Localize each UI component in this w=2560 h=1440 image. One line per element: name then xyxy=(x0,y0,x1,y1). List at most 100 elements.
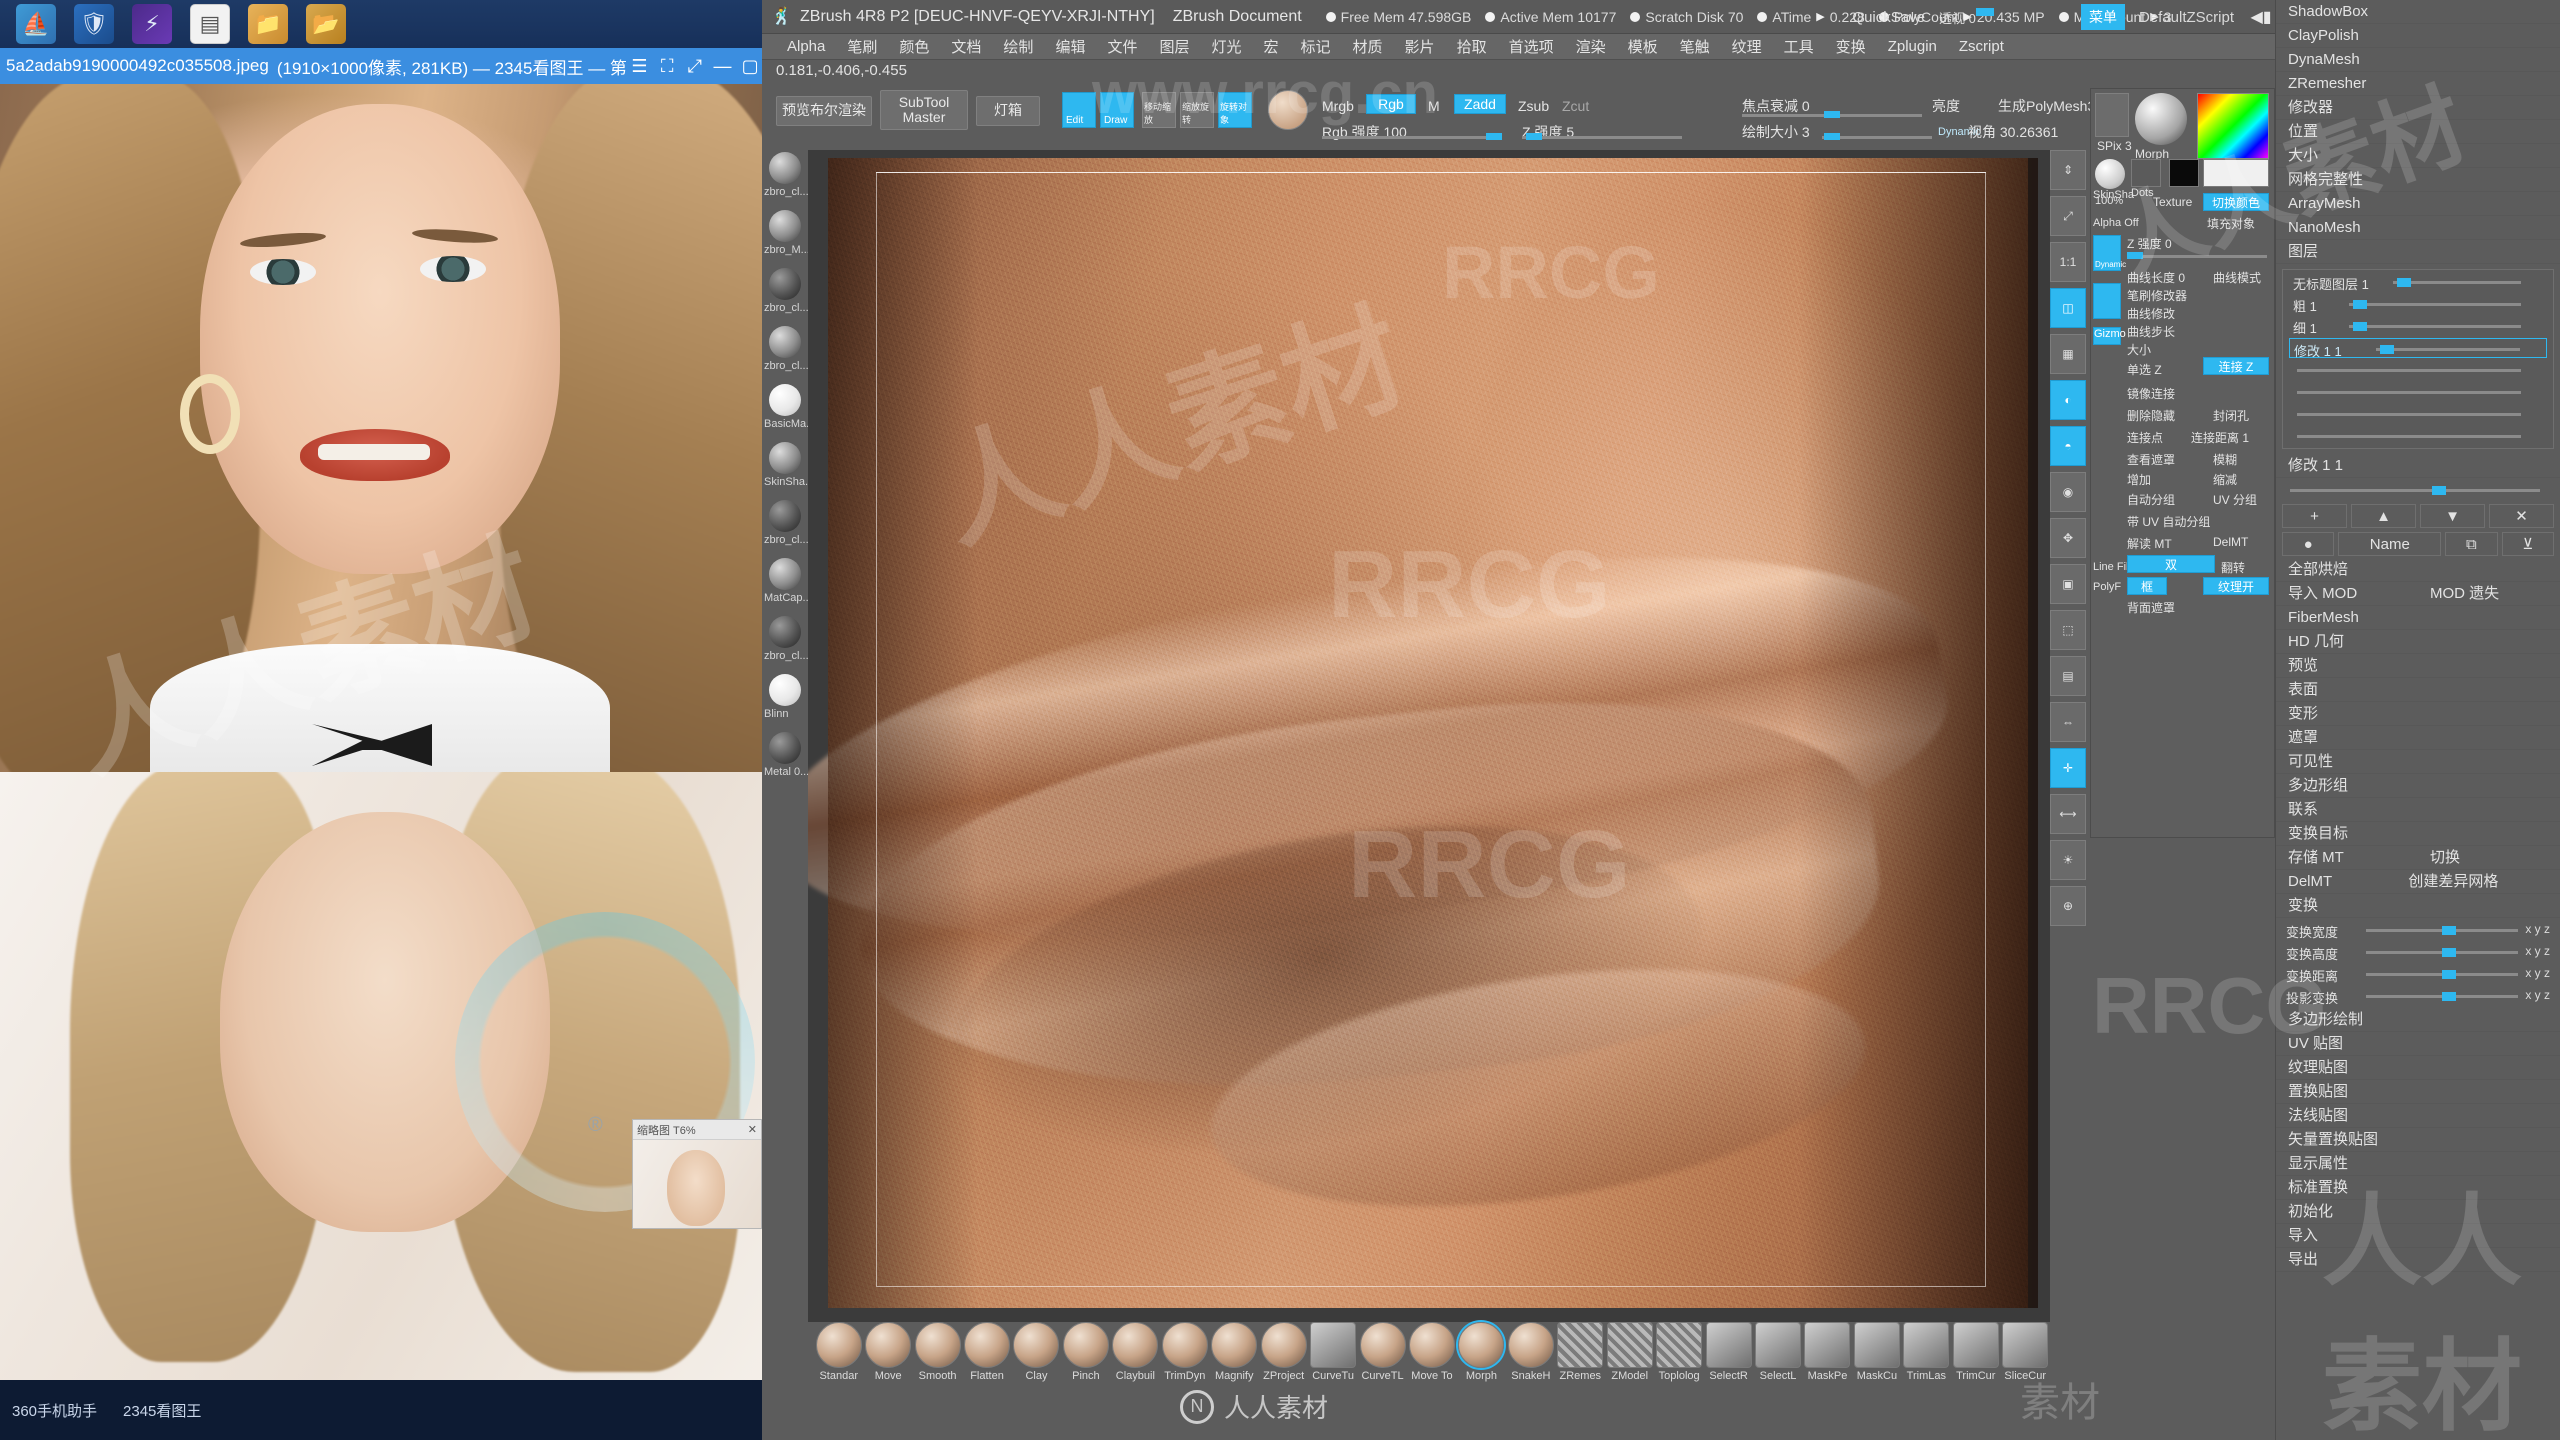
texture-on-button[interactable]: 纹理开 xyxy=(2203,577,2269,595)
viewer-menu-icon[interactable]: ☰ xyxy=(626,51,654,81)
backface-mask-label[interactable]: 背面遮罩 xyxy=(2127,599,2175,616)
material-sphere-preview[interactable] xyxy=(2135,93,2187,145)
mrgb-label[interactable]: Mrgb xyxy=(1322,98,1354,114)
layer-intensity-slider[interactable] xyxy=(2282,480,2554,500)
material-item[interactable]: zbro_cl... xyxy=(762,614,808,672)
with-uv-autogroup-label[interactable]: 带 UV 自动分组 xyxy=(2127,513,2210,530)
menu-render[interactable]: 渲染 xyxy=(1565,36,1617,57)
zcut-label[interactable]: Zcut xyxy=(1562,98,1589,114)
preview-render-button[interactable]: 预览布尔渲染 xyxy=(776,96,872,126)
rb-zremesher[interactable]: ZRemesher xyxy=(2276,72,2560,96)
texture-label[interactable]: Texture xyxy=(2153,195,2192,209)
ghost-icon[interactable]: ◓ xyxy=(2050,426,2086,466)
rb-polypaint[interactable]: 多边形绘制 xyxy=(2276,1008,2560,1032)
flip-label[interactable]: 翻转 xyxy=(2221,559,2245,576)
delete-mt-label[interactable]: DelMT xyxy=(2213,535,2248,549)
rb-surface[interactable]: 表面 xyxy=(2276,678,2560,702)
mirror-connect-label[interactable]: 镜像连接 xyxy=(2127,385,2175,402)
material-item[interactable]: SkinSha... xyxy=(762,440,808,498)
thumbnail-popup[interactable]: 缩略图 T6% ✕ xyxy=(632,1119,762,1229)
dots-swatch[interactable] xyxy=(2131,159,2161,187)
menu-movie[interactable]: 影片 xyxy=(1394,36,1446,57)
frame-button[interactable]: 框 xyxy=(2127,577,2167,595)
rb-arraymesh[interactable]: ArrayMesh xyxy=(2276,192,2560,216)
color-picker[interactable] xyxy=(2197,93,2269,159)
alpha-preview[interactable] xyxy=(2095,93,2129,137)
menu-edit[interactable]: 编辑 xyxy=(1044,36,1096,57)
brush-item[interactable]: SnakeH xyxy=(1506,1322,1555,1382)
shrink-label[interactable]: 缩减 xyxy=(2213,471,2237,488)
menu-texture[interactable]: 纹理 xyxy=(1721,36,1773,57)
store-mt-button[interactable]: 存储 MT xyxy=(2276,846,2418,870)
folder-open-icon[interactable]: 📂 xyxy=(306,4,346,44)
zoom-tool-icon[interactable]: ⤢ xyxy=(2050,196,2086,236)
layer-item-empty[interactable] xyxy=(2289,360,2547,380)
brush-item[interactable]: MaskCu xyxy=(1852,1322,1901,1382)
photo-reference-bottom[interactable]: ® xyxy=(0,772,770,1380)
subtool-master-button[interactable]: SubTool Master xyxy=(880,90,968,130)
shield-icon[interactable]: 🛡 xyxy=(74,4,114,44)
rb-contact[interactable]: 联系 xyxy=(2276,798,2560,822)
layer-delete-icon[interactable]: ✕ xyxy=(2489,504,2554,528)
solo-icon[interactable]: ◉ xyxy=(2050,472,2086,512)
persp-tool-icon[interactable]: ◫ xyxy=(2050,288,2086,328)
draw-mode-button[interactable]: Draw xyxy=(1100,92,1134,128)
rb-vector-disp-map[interactable]: 矢量置换贴图 xyxy=(2276,1128,2560,1152)
fill-object-button[interactable]: 填充对象 xyxy=(2207,215,2255,232)
rb-masking[interactable]: 遮罩 xyxy=(2276,726,2560,750)
lineframe-icon[interactable]: ▤ xyxy=(2050,656,2086,696)
rgb-button[interactable]: Rgb xyxy=(1366,94,1416,114)
layer-panel-title[interactable]: 图层 xyxy=(2276,240,2560,264)
close-holes-label[interactable]: 封闭孔 xyxy=(2213,407,2249,424)
morph-target-title[interactable]: 变换目标 xyxy=(2276,822,2560,846)
zscript-label[interactable]: DefaultZScript xyxy=(2139,9,2234,26)
brush-item[interactable]: CurveTL xyxy=(1358,1322,1407,1382)
deform-row[interactable]: 变换高度 x y z xyxy=(2282,942,2554,962)
sculpt-viewport[interactable]: 人人素材 RRCG RRCG xyxy=(808,150,2050,1322)
rb-texture-map[interactable]: 纹理贴图 xyxy=(2276,1056,2560,1080)
rb-shadowbox[interactable]: ShadowBox xyxy=(2276,0,2560,24)
alpha-off-label[interactable]: Alpha Off xyxy=(2093,217,2139,229)
brush-item[interactable]: TrimLas xyxy=(1902,1322,1951,1382)
menu-stencil[interactable]: 模板 xyxy=(1617,36,1669,57)
m-label[interactable]: M xyxy=(1428,98,1440,114)
rb-claypolish[interactable]: ClayPolish xyxy=(2276,24,2560,48)
rb-deformation[interactable]: 变形 xyxy=(2276,702,2560,726)
menu-draw[interactable]: 绘制 xyxy=(992,36,1044,57)
menu-marker[interactable]: 标记 xyxy=(1290,36,1342,57)
rb-polygroups[interactable]: 多边形组 xyxy=(2276,774,2560,798)
document-icon[interactable]: ▤ xyxy=(190,4,230,44)
white-swatch[interactable] xyxy=(2203,159,2269,187)
move-button[interactable]: 移动缩放 xyxy=(1142,92,1176,128)
connect-points-label[interactable]: 连接点 xyxy=(2127,429,2163,446)
delete-hidden-label[interactable]: 删除隐藏 xyxy=(2127,407,2175,424)
frame-icon[interactable]: ▣ xyxy=(2050,564,2086,604)
brush-item[interactable]: Clay xyxy=(1012,1322,1061,1382)
brush-item[interactable]: Smooth xyxy=(913,1322,962,1382)
layer-down-icon[interactable]: ▼ xyxy=(2420,504,2485,528)
menu-brush[interactable]: 笔刷 xyxy=(836,36,888,57)
menu-picker[interactable]: 拾取 xyxy=(1446,36,1498,57)
rb-initialize[interactable]: 初始化 xyxy=(2276,1200,2560,1224)
layer-add-icon[interactable]: + xyxy=(2282,504,2347,528)
view-occlusion-label[interactable]: 查看遮罩 xyxy=(2127,451,2175,468)
viewer-minimize-icon[interactable]: — xyxy=(709,51,737,81)
switch-mt-button[interactable]: 切换 xyxy=(2418,846,2560,870)
quicksave-button[interactable]: QuickSave xyxy=(1852,9,1925,26)
blur-label[interactable]: 模糊 xyxy=(2213,451,2237,468)
brush-item[interactable]: ZProject xyxy=(1259,1322,1308,1382)
menu-transform[interactable]: 变换 xyxy=(1825,36,1877,57)
rb-nanomesh[interactable]: NanoMesh xyxy=(2276,216,2560,240)
delete-mt-button[interactable]: DelMT xyxy=(2276,870,2397,894)
brush-item[interactable]: CurveTu xyxy=(1308,1322,1357,1382)
rb-display-props[interactable]: 显示属性 xyxy=(2276,1152,2560,1176)
material-item[interactable]: Blinn xyxy=(762,672,808,730)
sculpt-model[interactable] xyxy=(808,158,2038,1308)
bolt-icon[interactable]: ⚡ xyxy=(132,4,172,44)
polyframe-icon[interactable]: ⬚ xyxy=(2050,610,2086,650)
switch-color-button[interactable]: 切换颜色 xyxy=(2203,193,2269,211)
layer-dup-icon[interactable]: ⧉ xyxy=(2445,532,2498,556)
brush-item[interactable]: MaskPe xyxy=(1803,1322,1852,1382)
lightbox-button[interactable]: 灯箱 xyxy=(976,96,1040,126)
material-item[interactable]: zbro_cl... xyxy=(762,150,808,208)
